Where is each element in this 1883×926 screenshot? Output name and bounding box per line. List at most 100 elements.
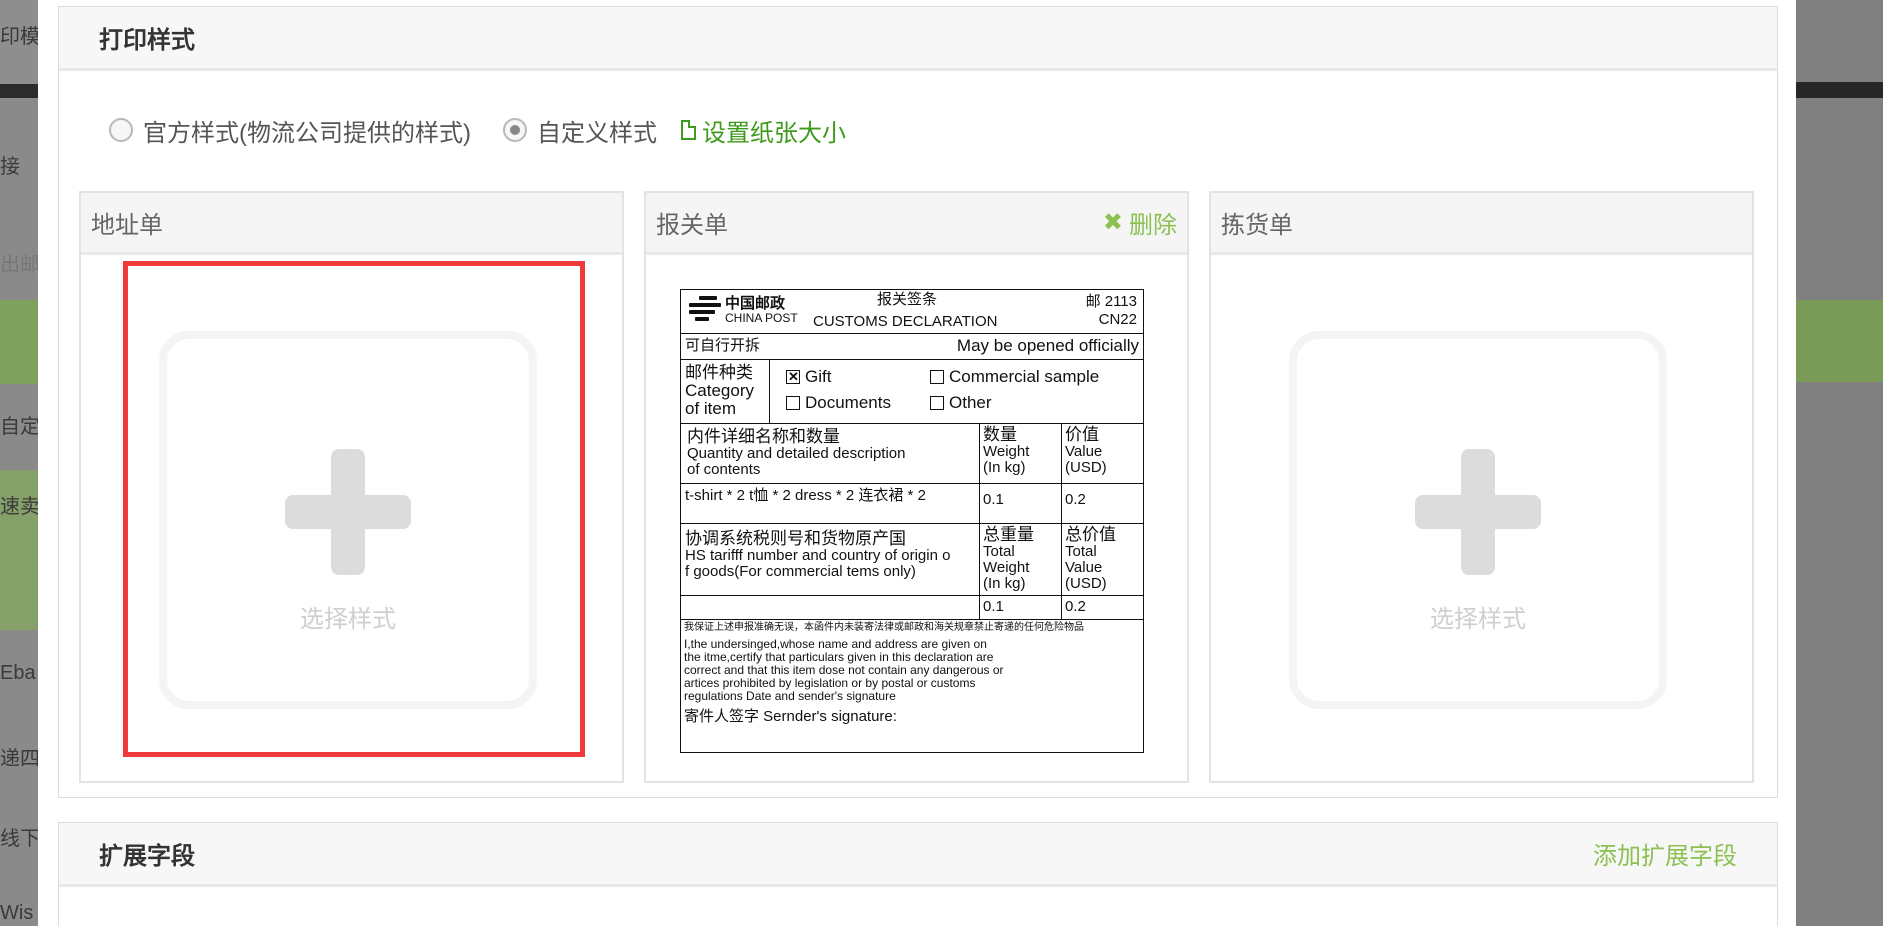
hs-cn: 协调系统税则号和货物原产国	[685, 529, 906, 548]
bg-text: 自定	[0, 416, 40, 438]
total-value-en: (USD)	[1065, 575, 1107, 592]
form-item-row: t-shirt * 2 t恤 * 2 dress * 2 连衣裙 * 2 0.1…	[681, 484, 1143, 524]
documents-checkbox	[786, 396, 800, 410]
contents-cn: 内件详细名称和数量	[687, 427, 840, 446]
form-totals-row: 0.1 0.2	[681, 596, 1143, 620]
total-weight-en: (In kg)	[983, 575, 1026, 592]
form-header-row: 中国邮政 CHINA POST 报关签条 CUSTOMS DECLARATION…	[681, 290, 1143, 334]
plus-icon	[1415, 449, 1541, 575]
select-style-label: 选择样式	[1430, 606, 1526, 633]
value-en: Value	[1065, 443, 1103, 460]
header-en: CUSTOMS DECLARATION	[813, 313, 998, 330]
set-paper-size-label: 设置纸张大小	[701, 119, 846, 147]
sender-signature: 寄件人签字 Sernder's signature:	[684, 708, 897, 725]
official-style-radio[interactable]	[109, 118, 133, 142]
card-title: 报关单	[656, 212, 728, 239]
extension-fields-panel: 扩展字段 添加扩展字段	[58, 822, 1778, 926]
contents-en: Quantity and detailed description	[687, 445, 906, 462]
item-value: 0.2	[1061, 484, 1143, 523]
total-value-cn: 总价值	[1065, 525, 1116, 544]
item-weight: 0.1	[979, 484, 1061, 523]
card-header: 拣货单	[1211, 193, 1752, 255]
weight-en: (In kg)	[983, 459, 1026, 476]
close-icon: ✖	[1102, 209, 1123, 236]
custom-style-label[interactable]: 自定义样式	[537, 113, 657, 148]
gift-checkbox	[786, 368, 800, 386]
address-label-card: 地址单 选择样式	[79, 191, 624, 783]
declaration-en: regulations Date and sender's signature	[684, 689, 896, 703]
customs-form-preview[interactable]: 中国邮政 CHINA POST 报关签条 CUSTOMS DECLARATION…	[680, 289, 1144, 753]
form-contents-header: 内件详细名称和数量 Quantity and detailed descript…	[681, 424, 1143, 484]
gift-label: Gift	[805, 367, 832, 386]
form-hs-row: 协调系统税则号和货物原产国 HS tarifff number and coun…	[681, 524, 1143, 596]
form-category-row: 邮件种类 Category of item Gift Commercial sa…	[681, 360, 1143, 424]
china-post-logo-icon	[685, 294, 721, 324]
add-extension-field-link[interactable]: 添加扩展字段	[1593, 836, 1737, 871]
bg-divider	[0, 84, 40, 98]
official-style-label[interactable]: 官方样式(物流公司提供的样式)	[143, 113, 471, 148]
total-weight: 0.1	[979, 596, 1061, 619]
commercial-label: Commercial sample	[949, 367, 1100, 386]
bg-text: 速卖	[0, 496, 40, 518]
panel-title: 打印样式	[99, 27, 195, 54]
total-value-en: Total	[1065, 543, 1097, 560]
print-style-panel: 打印样式 官方样式(物流公司提供的样式) 自定义样式 设置纸张大小 地址单 选择…	[58, 6, 1778, 798]
form-open-row: 可自行开拆 May be opened officially	[681, 334, 1143, 360]
panel-title: 扩展字段	[99, 843, 195, 870]
total-value-en: Value	[1065, 559, 1103, 576]
file-icon	[680, 120, 696, 140]
weight-en: Weight	[983, 443, 1030, 460]
contents-en: of contents	[687, 461, 761, 478]
print-settings-modal: 打印样式 官方样式(物流公司提供的样式) 自定义样式 设置纸张大小 地址单 选择…	[38, 0, 1796, 926]
delete-label: 删除	[1129, 212, 1177, 239]
bg-text: 递四	[0, 748, 40, 770]
delete-button[interactable]: ✖ 删除	[1103, 205, 1177, 240]
set-paper-size-link[interactable]: 设置纸张大小	[680, 113, 846, 148]
category-cn: 邮件种类	[685, 363, 753, 382]
total-value: 0.2	[1061, 596, 1143, 619]
select-style-label: 选择样式	[300, 606, 396, 633]
select-style-placeholder[interactable]: 选择样式	[1289, 331, 1667, 709]
weight-cn: 数量	[983, 425, 1017, 444]
item-description: t-shirt * 2 t恤 * 2 dress * 2 连衣裙 * 2	[685, 487, 926, 504]
bg-text: 出邮	[0, 254, 40, 276]
total-weight-en: Total	[983, 543, 1015, 560]
custom-style-radio[interactable]	[502, 118, 527, 142]
plus-icon	[285, 449, 411, 575]
open-cn: 可自行开拆	[685, 337, 761, 354]
bg-text: Eba	[0, 662, 36, 684]
card-title: 拣货单	[1221, 212, 1293, 239]
other-label: Other	[949, 393, 992, 412]
card-header: 地址单	[81, 193, 622, 255]
bg-text: 印模	[0, 26, 40, 48]
declaration-cn: 我保证上述申报准确无误，本函件内未装寄法律或邮政和海关规章禁止寄递的任何危险物品	[684, 622, 1084, 633]
bg-text: Wis	[0, 902, 34, 924]
hs-en: HS tarifff number and country of origin …	[685, 547, 951, 564]
card-title: 地址单	[91, 212, 163, 239]
bg-text: 线下	[0, 828, 40, 850]
total-weight-en: Weight	[983, 559, 1030, 576]
category-en: Category	[685, 381, 754, 400]
value-cn: 价值	[1065, 425, 1099, 444]
header-cn: 报关签条	[877, 291, 938, 308]
bg-text: 接	[0, 156, 20, 178]
extension-header: 扩展字段 添加扩展字段	[59, 823, 1777, 887]
style-options: 官方样式(物流公司提供的样式) 自定义样式 设置纸张大小	[109, 113, 846, 147]
other-checkbox	[930, 396, 944, 410]
open-en: May be opened officially	[956, 336, 1139, 355]
commercial-checkbox	[930, 370, 944, 384]
select-style-placeholder[interactable]: 选择样式	[159, 331, 537, 709]
total-weight-cn: 总重量	[983, 525, 1034, 544]
code-1: 邮 2113	[1085, 293, 1137, 310]
code-2: CN22	[1098, 311, 1137, 328]
hs-en: f goods(For commercial tems only)	[685, 563, 916, 580]
logo-en: CHINA POST	[725, 311, 798, 325]
form-declaration: 我保证上述申报准确无误，本函件内未装寄法律或邮政和海关规章禁止寄递的任何危险物品…	[681, 620, 1143, 730]
card-header: 报关单 ✖ 删除	[646, 193, 1187, 255]
documents-label: Documents	[805, 393, 891, 412]
print-style-header: 打印样式	[59, 7, 1777, 71]
category-en: of item	[685, 399, 737, 418]
bg-highlight-row	[0, 300, 40, 384]
value-en: (USD)	[1065, 459, 1107, 476]
picking-list-card: 拣货单 选择样式	[1209, 191, 1754, 783]
